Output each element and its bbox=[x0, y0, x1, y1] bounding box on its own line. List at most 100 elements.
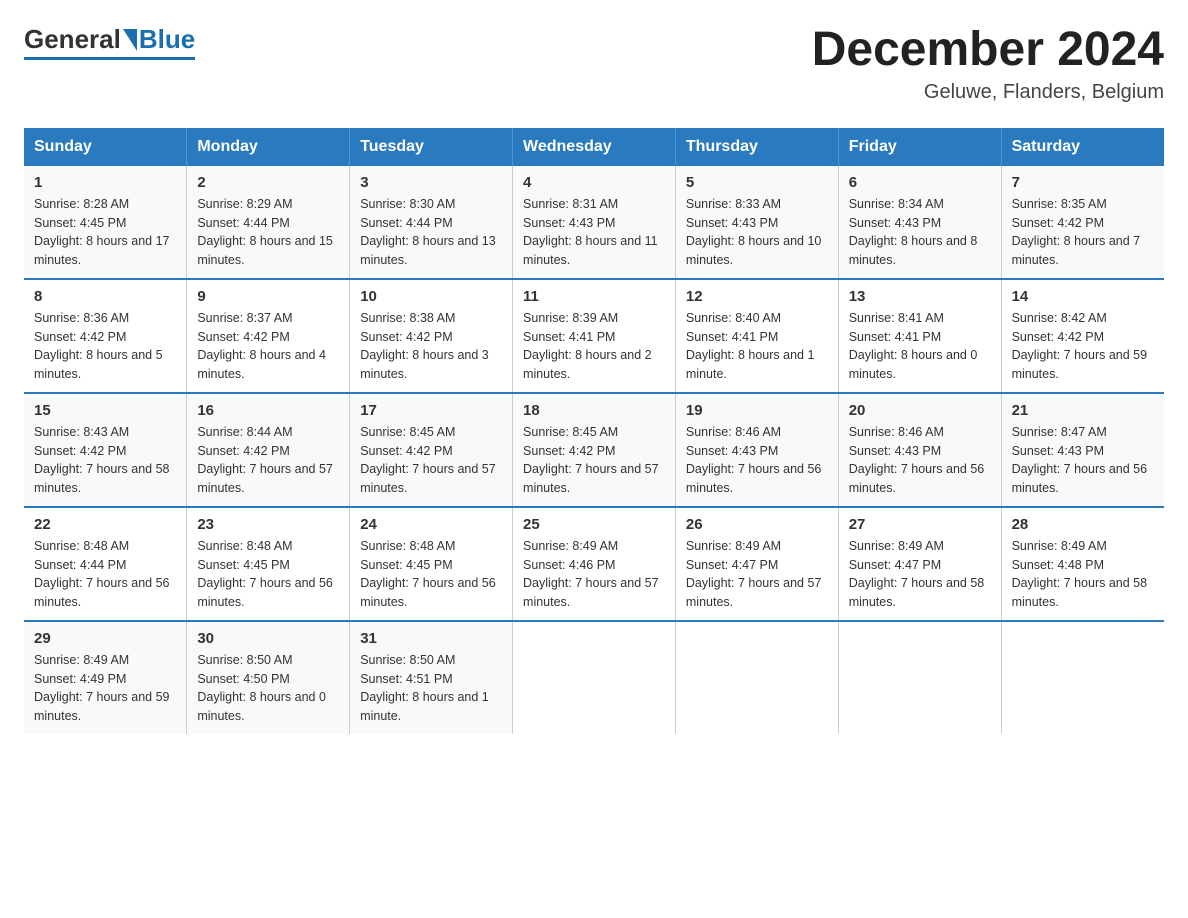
day-info: Sunrise: 8:48 AM Sunset: 4:44 PM Dayligh… bbox=[34, 537, 176, 612]
day-number: 21 bbox=[1012, 402, 1154, 419]
day-info: Sunrise: 8:49 AM Sunset: 4:47 PM Dayligh… bbox=[686, 537, 828, 612]
day-number: 24 bbox=[360, 516, 502, 533]
day-number: 14 bbox=[1012, 288, 1154, 305]
location: Geluwe, Flanders, Belgium bbox=[812, 81, 1164, 104]
logo-underline bbox=[24, 57, 195, 60]
day-cell bbox=[513, 621, 676, 734]
day-cell: 7 Sunrise: 8:35 AM Sunset: 4:42 PM Dayli… bbox=[1001, 166, 1164, 279]
day-info: Sunrise: 8:37 AM Sunset: 4:42 PM Dayligh… bbox=[197, 309, 339, 384]
day-number: 11 bbox=[523, 288, 665, 305]
day-number: 22 bbox=[34, 516, 176, 533]
day-number: 13 bbox=[849, 288, 991, 305]
day-cell: 29 Sunrise: 8:49 AM Sunset: 4:49 PM Dayl… bbox=[24, 621, 187, 734]
day-number: 25 bbox=[523, 516, 665, 533]
title-section: December 2024 Geluwe, Flanders, Belgium bbox=[812, 24, 1164, 104]
day-info: Sunrise: 8:46 AM Sunset: 4:43 PM Dayligh… bbox=[686, 423, 828, 498]
header-day-sunday: Sunday bbox=[24, 128, 187, 166]
day-cell: 31 Sunrise: 8:50 AM Sunset: 4:51 PM Dayl… bbox=[350, 621, 513, 734]
day-cell: 27 Sunrise: 8:49 AM Sunset: 4:47 PM Dayl… bbox=[838, 507, 1001, 621]
day-number: 10 bbox=[360, 288, 502, 305]
day-cell: 24 Sunrise: 8:48 AM Sunset: 4:45 PM Dayl… bbox=[350, 507, 513, 621]
day-cell: 18 Sunrise: 8:45 AM Sunset: 4:42 PM Dayl… bbox=[513, 393, 676, 507]
day-info: Sunrise: 8:38 AM Sunset: 4:42 PM Dayligh… bbox=[360, 309, 502, 384]
day-number: 16 bbox=[197, 402, 339, 419]
day-info: Sunrise: 8:40 AM Sunset: 4:41 PM Dayligh… bbox=[686, 309, 828, 384]
day-cell: 8 Sunrise: 8:36 AM Sunset: 4:42 PM Dayli… bbox=[24, 279, 187, 393]
logo-blue-part: Blue bbox=[121, 24, 195, 55]
day-cell: 9 Sunrise: 8:37 AM Sunset: 4:42 PM Dayli… bbox=[187, 279, 350, 393]
day-number: 2 bbox=[197, 174, 339, 191]
day-info: Sunrise: 8:45 AM Sunset: 4:42 PM Dayligh… bbox=[360, 423, 502, 498]
day-info: Sunrise: 8:47 AM Sunset: 4:43 PM Dayligh… bbox=[1012, 423, 1154, 498]
day-number: 29 bbox=[34, 630, 176, 647]
day-cell bbox=[675, 621, 838, 734]
day-info: Sunrise: 8:49 AM Sunset: 4:47 PM Dayligh… bbox=[849, 537, 991, 612]
header-day-thursday: Thursday bbox=[675, 128, 838, 166]
week-row-2: 8 Sunrise: 8:36 AM Sunset: 4:42 PM Dayli… bbox=[24, 279, 1164, 393]
day-cell: 15 Sunrise: 8:43 AM Sunset: 4:42 PM Dayl… bbox=[24, 393, 187, 507]
day-info: Sunrise: 8:49 AM Sunset: 4:46 PM Dayligh… bbox=[523, 537, 665, 612]
day-number: 12 bbox=[686, 288, 828, 305]
logo-blue: Blue bbox=[139, 24, 195, 55]
day-info: Sunrise: 8:43 AM Sunset: 4:42 PM Dayligh… bbox=[34, 423, 176, 498]
day-cell: 1 Sunrise: 8:28 AM Sunset: 4:45 PM Dayli… bbox=[24, 166, 187, 279]
day-info: Sunrise: 8:46 AM Sunset: 4:43 PM Dayligh… bbox=[849, 423, 991, 498]
day-cell: 25 Sunrise: 8:49 AM Sunset: 4:46 PM Dayl… bbox=[513, 507, 676, 621]
day-info: Sunrise: 8:29 AM Sunset: 4:44 PM Dayligh… bbox=[197, 195, 339, 270]
day-number: 17 bbox=[360, 402, 502, 419]
header-row: SundayMondayTuesdayWednesdayThursdayFrid… bbox=[24, 128, 1164, 166]
day-number: 3 bbox=[360, 174, 502, 191]
day-info: Sunrise: 8:39 AM Sunset: 4:41 PM Dayligh… bbox=[523, 309, 665, 384]
day-info: Sunrise: 8:44 AM Sunset: 4:42 PM Dayligh… bbox=[197, 423, 339, 498]
day-cell bbox=[838, 621, 1001, 734]
day-cell: 21 Sunrise: 8:47 AM Sunset: 4:43 PM Dayl… bbox=[1001, 393, 1164, 507]
day-number: 7 bbox=[1012, 174, 1154, 191]
day-cell: 28 Sunrise: 8:49 AM Sunset: 4:48 PM Dayl… bbox=[1001, 507, 1164, 621]
calendar-header: SundayMondayTuesdayWednesdayThursdayFrid… bbox=[24, 128, 1164, 166]
week-row-4: 22 Sunrise: 8:48 AM Sunset: 4:44 PM Dayl… bbox=[24, 507, 1164, 621]
header-day-saturday: Saturday bbox=[1001, 128, 1164, 166]
day-number: 6 bbox=[849, 174, 991, 191]
header-day-friday: Friday bbox=[838, 128, 1001, 166]
day-cell: 6 Sunrise: 8:34 AM Sunset: 4:43 PM Dayli… bbox=[838, 166, 1001, 279]
logo-triangle-icon bbox=[123, 29, 137, 51]
day-info: Sunrise: 8:28 AM Sunset: 4:45 PM Dayligh… bbox=[34, 195, 176, 270]
day-info: Sunrise: 8:48 AM Sunset: 4:45 PM Dayligh… bbox=[360, 537, 502, 612]
calendar-table: SundayMondayTuesdayWednesdayThursdayFrid… bbox=[24, 128, 1164, 734]
day-cell: 11 Sunrise: 8:39 AM Sunset: 4:41 PM Dayl… bbox=[513, 279, 676, 393]
day-cell: 14 Sunrise: 8:42 AM Sunset: 4:42 PM Dayl… bbox=[1001, 279, 1164, 393]
day-info: Sunrise: 8:50 AM Sunset: 4:51 PM Dayligh… bbox=[360, 651, 502, 726]
day-cell: 19 Sunrise: 8:46 AM Sunset: 4:43 PM Dayl… bbox=[675, 393, 838, 507]
day-info: Sunrise: 8:50 AM Sunset: 4:50 PM Dayligh… bbox=[197, 651, 339, 726]
day-cell: 17 Sunrise: 8:45 AM Sunset: 4:42 PM Dayl… bbox=[350, 393, 513, 507]
day-number: 27 bbox=[849, 516, 991, 533]
day-number: 4 bbox=[523, 174, 665, 191]
day-number: 1 bbox=[34, 174, 176, 191]
day-cell: 13 Sunrise: 8:41 AM Sunset: 4:41 PM Dayl… bbox=[838, 279, 1001, 393]
day-info: Sunrise: 8:41 AM Sunset: 4:41 PM Dayligh… bbox=[849, 309, 991, 384]
day-info: Sunrise: 8:45 AM Sunset: 4:42 PM Dayligh… bbox=[523, 423, 665, 498]
day-info: Sunrise: 8:30 AM Sunset: 4:44 PM Dayligh… bbox=[360, 195, 502, 270]
day-cell: 30 Sunrise: 8:50 AM Sunset: 4:50 PM Dayl… bbox=[187, 621, 350, 734]
day-number: 20 bbox=[849, 402, 991, 419]
day-number: 28 bbox=[1012, 516, 1154, 533]
day-number: 31 bbox=[360, 630, 502, 647]
header-day-wednesday: Wednesday bbox=[513, 128, 676, 166]
day-number: 19 bbox=[686, 402, 828, 419]
day-info: Sunrise: 8:42 AM Sunset: 4:42 PM Dayligh… bbox=[1012, 309, 1154, 384]
day-info: Sunrise: 8:33 AM Sunset: 4:43 PM Dayligh… bbox=[686, 195, 828, 270]
page-header: General Blue December 2024 Geluwe, Fland… bbox=[24, 24, 1164, 104]
day-cell: 16 Sunrise: 8:44 AM Sunset: 4:42 PM Dayl… bbox=[187, 393, 350, 507]
day-number: 26 bbox=[686, 516, 828, 533]
week-row-5: 29 Sunrise: 8:49 AM Sunset: 4:49 PM Dayl… bbox=[24, 621, 1164, 734]
day-cell: 26 Sunrise: 8:49 AM Sunset: 4:47 PM Dayl… bbox=[675, 507, 838, 621]
logo: General Blue bbox=[24, 24, 195, 60]
day-info: Sunrise: 8:34 AM Sunset: 4:43 PM Dayligh… bbox=[849, 195, 991, 270]
day-cell bbox=[1001, 621, 1164, 734]
day-cell: 3 Sunrise: 8:30 AM Sunset: 4:44 PM Dayli… bbox=[350, 166, 513, 279]
day-info: Sunrise: 8:48 AM Sunset: 4:45 PM Dayligh… bbox=[197, 537, 339, 612]
day-info: Sunrise: 8:31 AM Sunset: 4:43 PM Dayligh… bbox=[523, 195, 665, 270]
day-number: 15 bbox=[34, 402, 176, 419]
day-number: 30 bbox=[197, 630, 339, 647]
month-title: December 2024 bbox=[812, 24, 1164, 77]
